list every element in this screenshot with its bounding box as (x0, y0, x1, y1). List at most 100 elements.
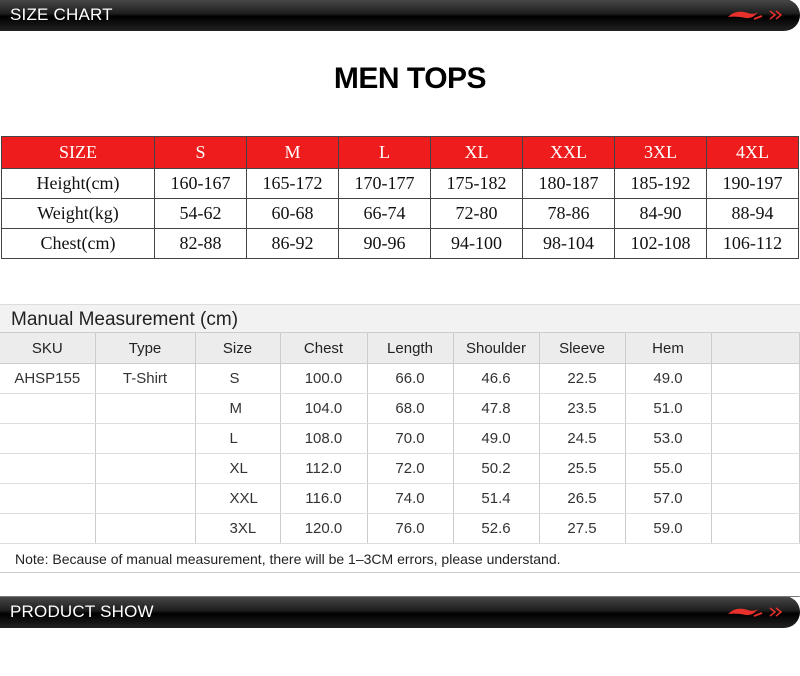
table-cell: 51.4 (453, 483, 540, 514)
table-cell: 86-92 (246, 228, 339, 259)
table-cell: 84-90 (614, 198, 707, 229)
size-cell: S (195, 363, 281, 394)
product-show-banner: PRODUCT SHOW (0, 596, 800, 628)
table-row: M 104.0 68.0 47.8 23.5 51.0 (0, 393, 800, 424)
size-cell: 3XL (195, 513, 281, 544)
table-cell: 55.0 (625, 453, 712, 484)
table-row: AHSP155 T-Shirt S 100.0 66.0 46.6 22.5 4… (0, 363, 800, 394)
table-cell (711, 483, 800, 514)
table-cell: 49.0 (625, 363, 712, 394)
table-row: XXL 116.0 74.0 51.4 26.5 57.0 (0, 483, 800, 514)
table-cell: 59.0 (625, 513, 712, 544)
sku-cell (0, 393, 96, 424)
table-row: Chest(cm) 82-88 86-92 90-96 94-100 98-10… (1, 228, 799, 259)
table-cell: 24.5 (539, 423, 626, 454)
table-cell: 160-167 (154, 168, 247, 199)
table-cell: 66.0 (367, 363, 454, 394)
size-cell: L (195, 423, 281, 454)
table-cell: 68.0 (367, 393, 454, 424)
size-cell: M (195, 393, 281, 424)
table-row: Height(cm) 160-167 165-172 170-177 175-1… (1, 168, 799, 199)
size-header-cell: 4XL (706, 136, 799, 169)
table-cell: 116.0 (280, 483, 368, 514)
type-cell (95, 453, 196, 484)
size-cell: XXL (195, 483, 281, 514)
table-cell: 50.2 (453, 453, 540, 484)
row-label: Chest(cm) (1, 228, 155, 259)
table-row: XL 112.0 72.0 50.2 25.5 55.0 (0, 453, 800, 484)
table-cell: 74.0 (367, 483, 454, 514)
manual-measurement-title: Manual Measurement (cm) (0, 304, 800, 333)
table-cell: 47.8 (453, 393, 540, 424)
double-chevron-right-icon (769, 10, 783, 20)
table-cell: 53.0 (625, 423, 712, 454)
column-header: Length (367, 333, 454, 364)
table-cell: 88-94 (706, 198, 799, 229)
table-cell: 72.0 (367, 453, 454, 484)
sku-cell (0, 513, 96, 544)
type-cell (95, 393, 196, 424)
table-cell: 165-172 (246, 168, 339, 199)
column-header: Chest (280, 333, 368, 364)
table-cell: 46.6 (453, 363, 540, 394)
table-cell: 54-62 (154, 198, 247, 229)
table-cell: 190-197 (706, 168, 799, 199)
type-cell (95, 483, 196, 514)
table-cell: 90-96 (338, 228, 431, 259)
table-cell: 180-187 (522, 168, 615, 199)
table-cell: 108.0 (280, 423, 368, 454)
table-cell: 72-80 (430, 198, 523, 229)
table-cell: 49.0 (453, 423, 540, 454)
size-header-cell: SIZE (1, 136, 155, 169)
type-cell (95, 513, 196, 544)
table-cell: 185-192 (614, 168, 707, 199)
table-cell: 100.0 (280, 363, 368, 394)
table-cell: 94-100 (430, 228, 523, 259)
table-cell: 120.0 (280, 513, 368, 544)
measurement-note: Note: Because of manual measurement, the… (0, 544, 800, 573)
type-cell: T-Shirt (95, 363, 196, 394)
table-cell: 70.0 (367, 423, 454, 454)
manual-measurement-section: Manual Measurement (cm) SKU Type Size Ch… (0, 304, 800, 573)
table-cell: 66-74 (338, 198, 431, 229)
column-header: Shoulder (453, 333, 540, 364)
size-header-cell: 3XL (614, 136, 707, 169)
table-row: Weight(kg) 54-62 60-68 66-74 72-80 78-86… (1, 198, 799, 229)
table-cell (711, 453, 800, 484)
table-cell: 102-108 (614, 228, 707, 259)
size-header-cell: L (338, 136, 431, 169)
table-cell (711, 423, 800, 454)
size-header-cell: S (154, 136, 247, 169)
size-header-cell: M (246, 136, 339, 169)
size-chart-table: SIZE S M L XL XXL 3XL 4XL Height(cm) 160… (1, 136, 799, 259)
page-title: MEN TOPS (333, 62, 487, 95)
sku-cell: AHSP155 (0, 363, 96, 394)
table-row: L 108.0 70.0 49.0 24.5 53.0 (0, 423, 800, 454)
column-header (711, 333, 800, 364)
size-cell: XL (195, 453, 281, 484)
type-cell (95, 423, 196, 454)
table-cell: 60-68 (246, 198, 339, 229)
table-cell: 76.0 (367, 513, 454, 544)
table-cell: 106-112 (706, 228, 799, 259)
sku-cell (0, 483, 96, 514)
row-label: Height(cm) (1, 168, 155, 199)
size-chart-header-row: SIZE S M L XL XXL 3XL 4XL (1, 136, 799, 169)
table-cell (711, 393, 800, 424)
column-header: Hem (625, 333, 712, 364)
manual-measurement-table: SKU Type Size Chest Length Shoulder Slee… (0, 333, 800, 544)
table-cell: 57.0 (625, 483, 712, 514)
manual-header-row: SKU Type Size Chest Length Shoulder Slee… (0, 333, 800, 364)
column-header: Type (95, 333, 196, 364)
table-cell: 175-182 (430, 168, 523, 199)
table-cell: 112.0 (280, 453, 368, 484)
banner-title: SIZE CHART (10, 5, 113, 24)
table-cell: 170-177 (338, 168, 431, 199)
brand-swoosh-logo-icon (728, 607, 783, 617)
table-cell: 82-88 (154, 228, 247, 259)
table-cell: 51.0 (625, 393, 712, 424)
size-header-cell: XL (430, 136, 523, 169)
table-cell: 25.5 (539, 453, 626, 484)
table-cell: 104.0 (280, 393, 368, 424)
size-header-cell: XXL (522, 136, 615, 169)
